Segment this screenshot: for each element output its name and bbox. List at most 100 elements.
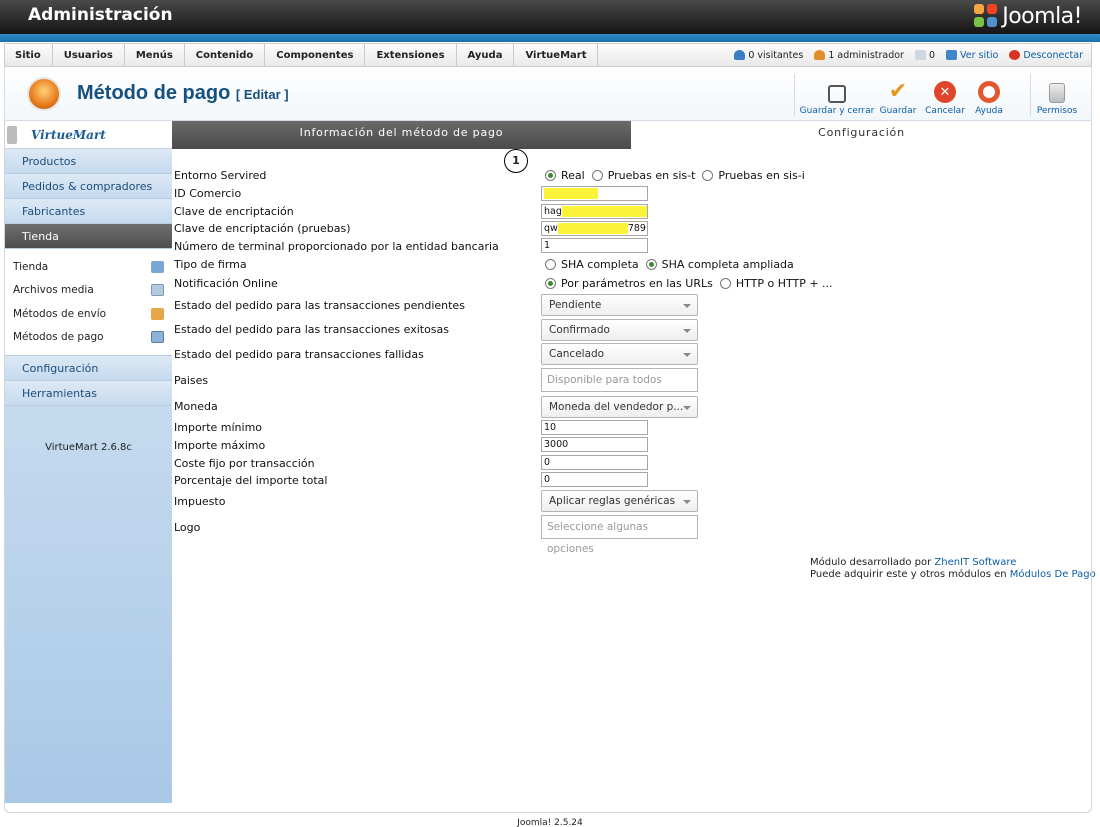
- logo-multiselect[interactable]: Seleccione algunas opciones: [541, 515, 698, 555]
- estado-fallidas-value: Cancelado: [549, 348, 605, 360]
- radio-sha-ampliada[interactable]: SHA completa ampliada: [645, 258, 794, 271]
- estado-pendientes-select[interactable]: Pendiente: [541, 294, 698, 316]
- radio-sis-t[interactable]: Pruebas en sis-t: [591, 169, 695, 182]
- sidebar: VirtueMart Productos Pedidos & comprador…: [4, 121, 172, 803]
- virtuemart-logo[interactable]: VirtueMart: [5, 121, 172, 149]
- modulos-pago-link[interactable]: Módulos De Pago: [1010, 569, 1096, 580]
- moneda-select[interactable]: Moneda del vendedor p...: [541, 396, 698, 418]
- tab-configuracion[interactable]: Configuración: [631, 121, 1092, 149]
- label-porcentaje: Porcentaje del importe total: [174, 474, 328, 487]
- submenu-tienda[interactable]: Tienda: [5, 255, 172, 279]
- menu-extensiones[interactable]: Extensiones: [365, 44, 457, 66]
- label-impuesto: Impuesto: [174, 495, 226, 508]
- submenu-pago-label: Métodos de pago: [13, 331, 104, 344]
- label-notificacion: Notificación Online: [174, 277, 278, 290]
- estado-fallidas-select[interactable]: Cancelado: [541, 343, 698, 365]
- sidebar-item-productos[interactable]: Productos: [5, 149, 172, 174]
- radio-parametros-url[interactable]: Por parámetros en las URLs: [545, 277, 713, 290]
- toolbar-separator: [794, 74, 795, 116]
- sidebar-item-fabricantes[interactable]: Fabricantes: [5, 199, 172, 224]
- joomla-logo[interactable]: Joomla!: [974, 3, 1082, 29]
- collapse-arrow-icon[interactable]: [7, 126, 17, 144]
- label-clave-pruebas: Clave de encriptación (pruebas): [174, 222, 351, 235]
- joomla-logo-icon: [974, 4, 998, 28]
- tab-informacion[interactable]: Información del método de pago: [172, 121, 631, 149]
- permissions-button[interactable]: Permisos: [1033, 74, 1081, 116]
- impuesto-select[interactable]: Aplicar reglas genéricas: [541, 490, 698, 512]
- menu-contenido[interactable]: Contenido: [185, 44, 266, 66]
- label-clave: Clave de encriptación: [174, 205, 294, 218]
- clave-input[interactable]: hagq: [541, 204, 648, 219]
- menu-ayuda[interactable]: Ayuda: [457, 44, 515, 66]
- menu-componentes[interactable]: Componentes: [265, 44, 366, 66]
- admins-count: 1 administrador: [828, 49, 904, 61]
- cancel-label: Cancelar: [925, 106, 965, 116]
- logout-label: Desconectar: [1023, 49, 1083, 61]
- help-button[interactable]: Ayuda: [969, 74, 1009, 116]
- submenu-metodos-pago[interactable]: Métodos de pago: [5, 326, 172, 350]
- tab-bar: Información del método de pago Configura…: [172, 121, 1092, 149]
- radio-sha-ampliada-label: SHA completa ampliada: [661, 258, 794, 271]
- chevron-down-icon: [683, 406, 691, 410]
- chevron-down-icon: [683, 304, 691, 308]
- clave-pruebas-value-end: 789: [627, 223, 646, 234]
- sidebar-item-configuracion[interactable]: Configuración: [5, 356, 172, 381]
- estado-exitosas-select[interactable]: Confirmado: [541, 319, 698, 341]
- label-logo: Logo: [174, 521, 201, 534]
- messages-icon: [914, 50, 926, 60]
- top-bar: Administración Joomla!: [0, 0, 1100, 34]
- visitors-count: 0 visitantes: [748, 49, 804, 61]
- notificacion-radio-group: Por parámetros en las URLs HTTP o HTTP +…: [545, 277, 840, 290]
- sidebar-item-pedidos[interactable]: Pedidos & compradores: [5, 174, 172, 199]
- label-estado-fallidas: Estado del pedido para transacciones fal…: [174, 348, 424, 361]
- save-close-button[interactable]: Guardar y cerrar: [799, 74, 875, 116]
- view-site-link[interactable]: Ver sitio: [946, 50, 998, 61]
- payment-method-icon: [27, 77, 61, 111]
- menu-sitio[interactable]: Sitio: [5, 44, 53, 66]
- toolbar: Método de pago [ Editar ] Guardar y cerr…: [4, 67, 1092, 121]
- radio-parametros-label: Por parámetros en las URLs: [561, 277, 713, 290]
- submenu-envio-label: Métodos de envío: [13, 307, 107, 320]
- radio-sis-i[interactable]: Pruebas en sis-i: [702, 169, 805, 182]
- sidebar-submenu: Tienda Archivos media Métodos de envío M…: [5, 249, 172, 356]
- sidebar-item-tienda[interactable]: Tienda: [5, 224, 172, 249]
- admin-icon: [814, 50, 826, 60]
- menu-menus[interactable]: Menús: [125, 44, 185, 66]
- submenu-metodos-envio[interactable]: Métodos de envío: [5, 302, 172, 326]
- page-title: Método de pago [ Editar ]: [77, 82, 289, 105]
- importe-min-input[interactable]: 10: [541, 420, 648, 435]
- porcentaje-input[interactable]: 0: [541, 472, 648, 487]
- radio-real[interactable]: Real: [545, 169, 585, 182]
- help-icon: [978, 81, 1000, 103]
- messages-status[interactable]: 0: [914, 50, 935, 61]
- label-estado-exitosas: Estado del pedido para las transacciones…: [174, 323, 450, 336]
- zhenit-link[interactable]: ZhenIT Software: [934, 557, 1016, 568]
- help-label: Ayuda: [975, 106, 1003, 116]
- radio-real-label: Real: [561, 169, 585, 182]
- cancel-button[interactable]: ✕ Cancelar: [921, 74, 969, 116]
- radio-sha-completa[interactable]: SHA completa: [545, 258, 639, 271]
- check-icon: ✔: [888, 78, 908, 104]
- logout-link[interactable]: Desconectar: [1009, 50, 1083, 61]
- clave-pruebas-input[interactable]: qw 789: [541, 221, 648, 236]
- app-title: Administración: [28, 5, 173, 25]
- visitors-icon: [734, 50, 746, 60]
- importe-max-input[interactable]: 3000: [541, 437, 648, 452]
- paises-multiselect[interactable]: Disponible para todos: [541, 368, 698, 392]
- menu-virtuemart[interactable]: VirtueMart: [514, 44, 599, 66]
- submenu-archivos-media[interactable]: Archivos media: [5, 279, 172, 303]
- lock-icon: [1049, 83, 1065, 103]
- toolbar-separator: [1030, 74, 1031, 116]
- sidebar-item-herramientas[interactable]: Herramientas: [5, 381, 172, 406]
- shop-icon: [151, 260, 164, 273]
- menu-usuarios[interactable]: Usuarios: [53, 44, 125, 66]
- credits-line1: Módulo desarrollado por: [810, 557, 935, 568]
- toolbar-actions: Guardar y cerrar ✔ Guardar ✕ Cancelar Ay…: [799, 74, 1009, 117]
- radio-http[interactable]: HTTP o HTTP + ...: [719, 277, 833, 290]
- save-button[interactable]: ✔ Guardar: [875, 74, 921, 117]
- radio-sha-label: SHA completa: [561, 258, 639, 271]
- coste-fijo-input[interactable]: 0: [541, 455, 648, 470]
- terminal-input[interactable]: 1: [541, 238, 648, 253]
- label-importe-min: Importe mínimo: [174, 421, 263, 434]
- id-comercio-input[interactable]: [541, 186, 648, 201]
